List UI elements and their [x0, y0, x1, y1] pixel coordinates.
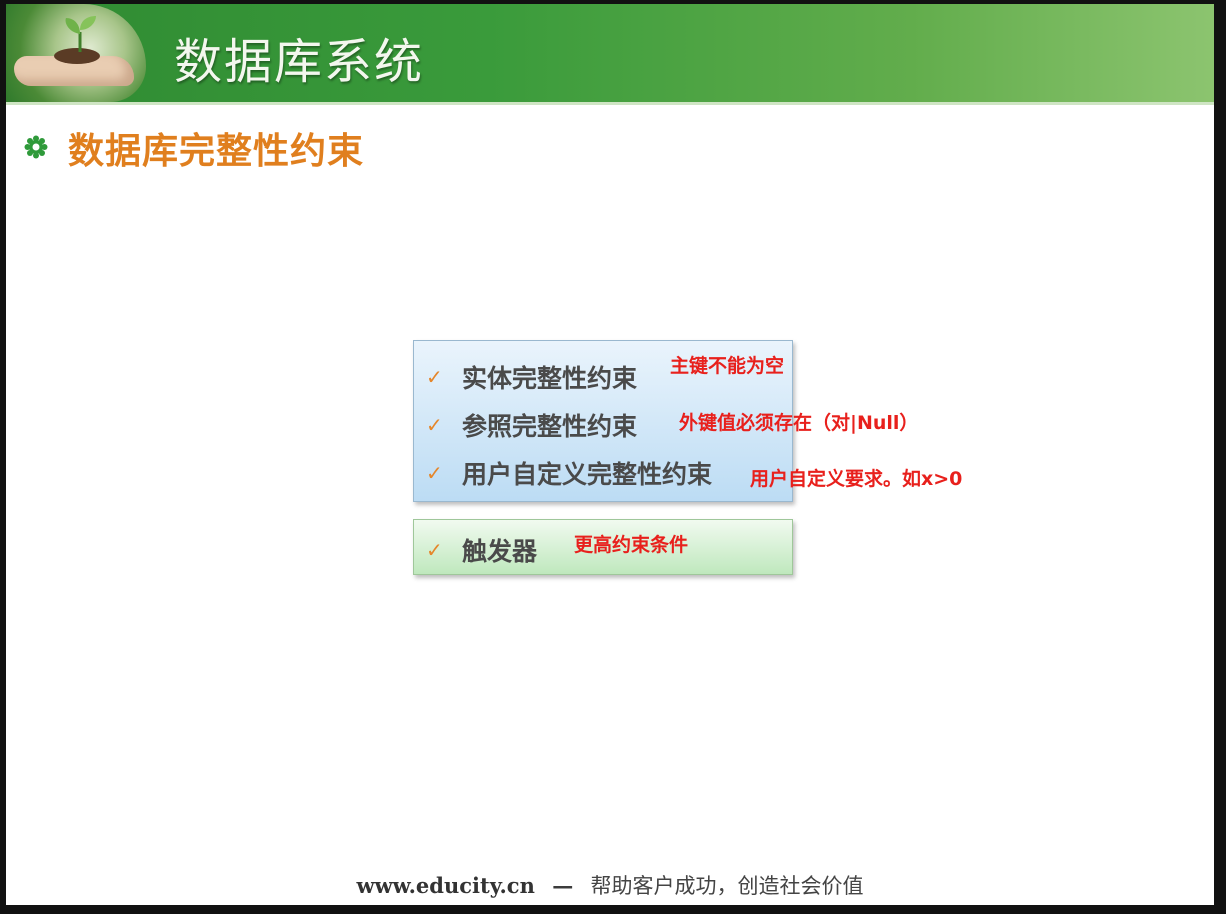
check-icon: ✓ — [426, 461, 443, 485]
check-icon: ✓ — [426, 413, 443, 437]
sprout-in-hand-icon — [6, 4, 146, 102]
check-icon: ✓ — [426, 365, 443, 389]
footer-slogan: 帮助客户成功，创造社会价值 — [590, 874, 864, 898]
header-title: 数据库系统 — [174, 34, 425, 90]
list-item: ✓ 用户自定义完整性约束 — [426, 455, 712, 491]
section-title: 数据库完整性约束 — [68, 130, 365, 172]
annotation-trigger: 更高约束条件 — [574, 534, 689, 556]
footer: www.educity.cn — 帮助客户成功，创造社会价值 — [6, 870, 1214, 900]
item-label: 用户自定义完整性约束 — [462, 460, 713, 489]
annotation-user-defined: 用户自定义要求。如x>0 — [750, 468, 963, 490]
item-label: 实体完整性约束 — [462, 364, 638, 393]
annotation-foreign-key: 外键值必须存在（对|Null） — [679, 412, 919, 434]
header-banner: 数据库系统 — [6, 4, 1214, 105]
gear-flower-icon — [24, 135, 48, 159]
check-icon: ✓ — [426, 538, 443, 562]
list-item: ✓ 参照完整性约束 — [426, 407, 637, 443]
list-item: ✓ 实体完整性约束 — [426, 359, 637, 395]
annotation-primary-key: 主键不能为空 — [670, 355, 785, 377]
slide-frame: 数据库系统 数据库完整性约束 ✓ 实体完整性约束 ✓ 参照完整性约束 ✓ 用户自… — [6, 4, 1214, 905]
item-label: 参照完整性约束 — [462, 412, 638, 441]
footer-url: www.educity.cn — [356, 873, 535, 898]
footer-separator: — — [552, 873, 574, 898]
item-label: 触发器 — [462, 537, 538, 566]
list-item: ✓ 触发器 — [426, 532, 537, 568]
